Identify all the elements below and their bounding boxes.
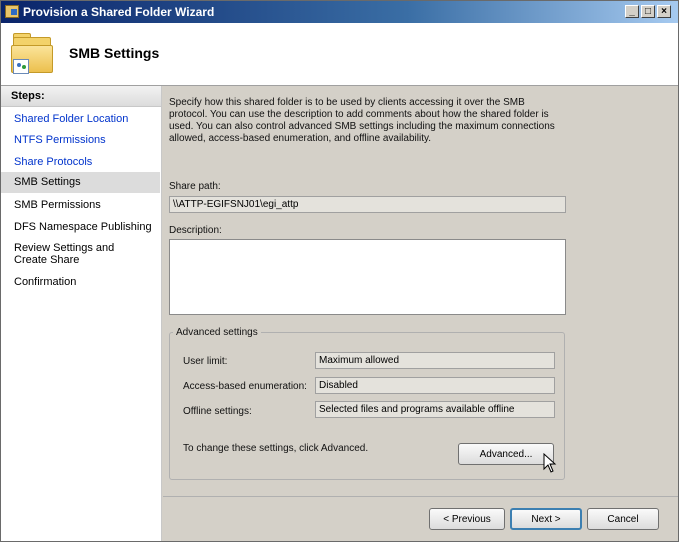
page-title: SMB Settings [69, 45, 160, 61]
step-dfs-namespace-publishing: DFS Namespace Publishing [14, 221, 152, 233]
next-button[interactable]: Next > [510, 508, 582, 530]
step-ntfs-permissions[interactable]: NTFS Permissions [1, 134, 160, 146]
step-shared-folder-location[interactable]: Shared Folder Location [1, 113, 160, 125]
step-smb-permissions: SMB Permissions [14, 199, 101, 211]
wizard-app-icon [5, 5, 19, 18]
maximize-button[interactable]: □ [641, 5, 655, 18]
cancel-button[interactable]: Cancel [587, 508, 659, 530]
content-panel: Specify how this shared folder is to be … [163, 86, 678, 496]
users-icon [13, 59, 29, 74]
description-label: Description: [169, 225, 222, 236]
steps-panel: Steps: Shared Folder Location NTFS Permi… [1, 86, 162, 541]
wizard-header: SMB Settings [1, 23, 678, 86]
access-based-enumeration-label: Access-based enumeration: [183, 381, 307, 392]
description-textarea[interactable] [169, 239, 566, 315]
close-button[interactable]: × [657, 5, 671, 18]
share-path-label: Share path: [169, 181, 221, 192]
title-bar[interactable]: Provision a Shared Folder Wizard _ □ × [1, 1, 678, 23]
advanced-settings-title: Advanced settings [173, 327, 261, 338]
page-description: Specify how this shared folder is to be … [169, 97, 555, 144]
advanced-hint: To change these settings, click Advanced… [183, 443, 369, 454]
footer-divider [163, 496, 678, 497]
window-title: Provision a Shared Folder Wizard [23, 5, 215, 19]
shared-folder-icon [11, 33, 53, 75]
user-limit-label: User limit: [183, 356, 228, 367]
wizard-window: Provision a Shared Folder Wizard _ □ × S… [0, 0, 679, 542]
mouse-pointer-icon [543, 453, 557, 473]
user-limit-field: Maximum allowed [315, 352, 555, 369]
step-share-protocols[interactable]: Share Protocols [1, 156, 160, 168]
minimize-button[interactable]: _ [625, 5, 639, 18]
offline-settings-label: Offline settings: [183, 406, 252, 417]
access-based-enumeration-field: Disabled [315, 377, 555, 394]
previous-button[interactable]: < Previous [429, 508, 505, 530]
share-path-field[interactable]: \\ATTP-EGIFSNJ01\egi_attp [169, 196, 566, 213]
step-smb-settings: SMB Settings [1, 172, 160, 193]
step-review-settings: Review Settings and Create Share [14, 242, 115, 266]
offline-settings-field: Selected files and programs available of… [315, 401, 555, 418]
steps-title: Steps: [1, 86, 161, 107]
advanced-button[interactable]: Advanced... [458, 443, 554, 465]
step-confirmation: Confirmation [14, 276, 77, 288]
